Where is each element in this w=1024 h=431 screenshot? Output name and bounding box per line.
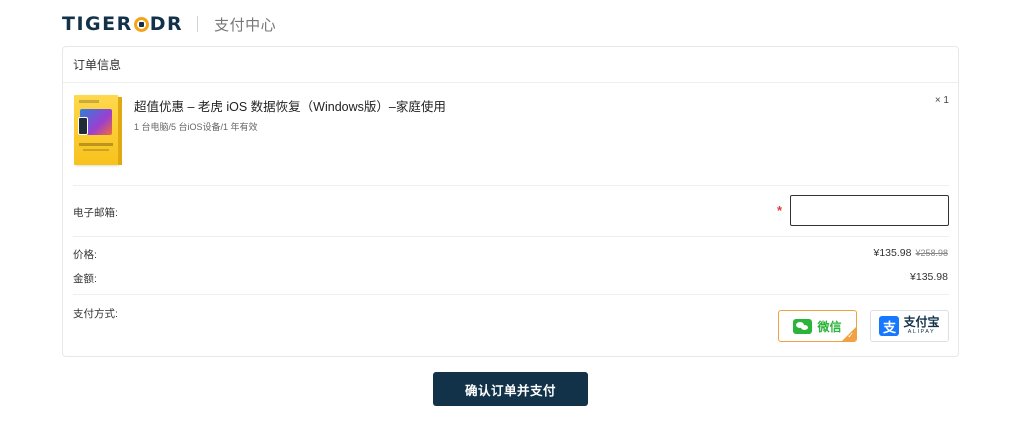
logo-text-tiger: TIGER	[62, 13, 133, 35]
product-name: 超值优惠 – 老虎 iOS 数据恢复（Windows版）–家庭使用	[134, 100, 446, 114]
price-label: 价格:	[73, 249, 97, 261]
product-box-image	[74, 95, 122, 165]
current-price: ¥135.98	[873, 247, 912, 259]
page-title: 支付中心	[214, 16, 277, 34]
alipay-sublabel: ALIPAY	[907, 329, 936, 336]
wechat-label: 微信	[817, 319, 842, 334]
alipay-option[interactable]: 支 支付宝 ALIPAY	[870, 310, 949, 342]
header-divider	[197, 16, 199, 32]
required-mark: *	[777, 203, 783, 218]
order-card: 订单信息 超值优惠 – 老虎 iOS 数据恢复（Windows版）–家庭使用 1…	[62, 46, 959, 357]
product-quantity: × 1	[934, 95, 949, 106]
alipay-label: 支付宝	[903, 315, 940, 330]
amount-label: 金额:	[73, 273, 97, 285]
logo-text-dr: DR	[149, 13, 184, 35]
amount-value: ¥135.98	[910, 271, 948, 283]
divider	[73, 294, 949, 295]
wechat-pay-option[interactable]: 微信 ✓	[778, 310, 857, 342]
email-field[interactable]	[790, 195, 949, 226]
alipay-icon: 支	[879, 316, 900, 336]
product-item: 超值优惠 – 老虎 iOS 数据恢复（Windows版）–家庭使用 1 台电脑/…	[73, 94, 949, 184]
confirm-pay-button[interactable]: 确认订单并支付	[433, 372, 588, 406]
divider	[73, 236, 949, 237]
payment-method-label: 支付方式:	[73, 308, 118, 320]
divider	[73, 185, 949, 186]
logo-mark-icon	[133, 16, 149, 32]
wechat-icon	[793, 318, 813, 334]
check-icon: ✓	[847, 331, 854, 340]
product-description: 1 台电脑/5 台iOS设备/1 年有效	[134, 122, 258, 132]
price-value: ¥135.98 ¥258.98	[873, 247, 948, 259]
email-label: 电子邮箱:	[73, 207, 118, 219]
tigerdr-logo[interactable]: TIGER DR	[62, 13, 183, 35]
page-header: TIGER DR 支付中心	[62, 12, 276, 36]
order-section-title: 订单信息	[63, 47, 958, 83]
original-price: ¥258.98	[915, 248, 948, 258]
